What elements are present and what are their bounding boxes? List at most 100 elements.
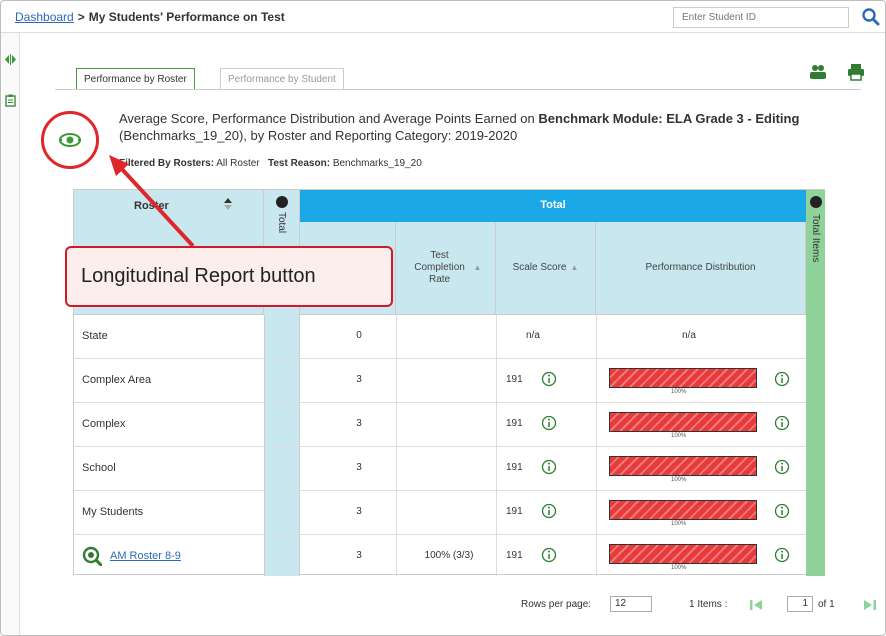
performance-bar-label: 100% bbox=[671, 477, 687, 483]
performance-bar[interactable] bbox=[609, 412, 757, 432]
performance-bar[interactable] bbox=[609, 368, 757, 388]
breadcrumb-separator: > bbox=[77, 10, 85, 24]
performance-bar-label: 100% bbox=[671, 433, 687, 439]
row-score: 191 bbox=[506, 374, 523, 385]
page-total-label: of 1 bbox=[818, 599, 835, 610]
column-divider bbox=[596, 315, 597, 576]
roster-header-label: Roster bbox=[134, 200, 169, 212]
row-score: 191 bbox=[506, 506, 523, 517]
info-icon[interactable] bbox=[541, 503, 557, 519]
info-icon[interactable] bbox=[541, 547, 557, 563]
tab-divider bbox=[55, 89, 861, 90]
info-icon[interactable] bbox=[541, 371, 557, 387]
sort-icon[interactable]: ▲ bbox=[474, 262, 482, 274]
heading-assessment: Benchmark Module: ELA Grade 3 - Editing bbox=[538, 111, 800, 126]
row-name: State bbox=[82, 330, 108, 342]
row-count: 3 bbox=[356, 462, 362, 473]
filter-label-rosters: Filtered By Rosters: bbox=[119, 158, 215, 169]
scale-score-column-header[interactable]: Scale Score ▲ bbox=[496, 222, 596, 315]
performance-bar-label: 100% bbox=[671, 389, 687, 395]
total-items-column[interactable]: Total Items bbox=[806, 190, 825, 576]
print-icon[interactable] bbox=[847, 63, 865, 81]
collapsed-total-label: Total bbox=[276, 212, 287, 234]
column-divider bbox=[264, 315, 265, 576]
filter-value-test-reason: Benchmarks_19_20 bbox=[332, 158, 422, 169]
collapse-total-icon[interactable] bbox=[276, 196, 288, 208]
longitudinal-report-button-highlight bbox=[41, 111, 99, 169]
roster-link[interactable]: AM Roster 8-9 bbox=[110, 550, 181, 562]
performance-bar-label: 100% bbox=[671, 565, 687, 571]
last-page-icon[interactable] bbox=[863, 598, 877, 612]
row-count: 3 bbox=[356, 374, 362, 385]
expand-panel-icon[interactable] bbox=[4, 53, 17, 66]
row-score: n/a bbox=[526, 330, 540, 341]
row-score: 191 bbox=[506, 550, 523, 561]
annotation-callout: Longitudinal Report button bbox=[65, 246, 393, 307]
sort-icon[interactable] bbox=[224, 198, 232, 210]
row-dist: n/a bbox=[682, 330, 696, 341]
rows-per-page-label: Rows per page: bbox=[521, 599, 592, 610]
row-score: 191 bbox=[506, 418, 523, 429]
info-icon[interactable] bbox=[774, 459, 790, 475]
total-group-header: Total bbox=[300, 190, 806, 222]
student-id-input[interactable] bbox=[673, 7, 849, 28]
row-score: 191 bbox=[506, 462, 523, 473]
row-name: Complex Area bbox=[82, 374, 152, 386]
row-name: My Students bbox=[82, 506, 144, 518]
longitudinal-report-icon[interactable] bbox=[58, 129, 82, 151]
info-icon[interactable] bbox=[774, 415, 790, 431]
column-divider bbox=[396, 315, 397, 576]
sort-icon[interactable]: ▲ bbox=[571, 262, 579, 274]
row-name: Complex bbox=[82, 418, 126, 430]
table-row: State 0 n/a n/a bbox=[74, 315, 806, 359]
table-row: Complex 3 191 100% bbox=[74, 403, 806, 447]
scale-score-header-label: Scale Score bbox=[512, 262, 567, 273]
expand-total-items-icon[interactable] bbox=[810, 196, 822, 208]
performance-bar-label: 100% bbox=[671, 521, 687, 527]
filter-summary: Filtered By Rosters: All Roster Test Rea… bbox=[119, 158, 422, 169]
rows-per-page-input[interactable]: 12 bbox=[610, 596, 652, 612]
clipboard-icon[interactable] bbox=[4, 94, 17, 107]
app-window: Dashboard > My Students' Performance on Te… bbox=[0, 0, 886, 636]
completion-rate-column-header[interactable]: Test Completion Rate ▲ bbox=[396, 222, 496, 315]
breadcrumb-dashboard-link[interactable]: Dashboard bbox=[15, 10, 74, 24]
table-row: Complex Area 3 191 100% bbox=[74, 359, 806, 403]
search-icon[interactable] bbox=[861, 7, 881, 27]
performance-bar[interactable] bbox=[609, 500, 757, 520]
tab-performance-by-student[interactable]: Performance by Student bbox=[220, 68, 344, 90]
breadcrumb: Dashboard > My Students' Performance on Te… bbox=[15, 10, 285, 24]
info-icon[interactable] bbox=[774, 503, 790, 519]
row-count: 3 bbox=[356, 506, 362, 517]
info-icon[interactable] bbox=[541, 459, 557, 475]
performance-distribution-column-header: Performance Distribution bbox=[596, 222, 806, 315]
filter-label-test-reason: Test Reason: bbox=[267, 158, 331, 169]
page-number-input[interactable]: 1 bbox=[787, 596, 813, 612]
page-title: My Students' Performance on Test bbox=[88, 10, 285, 24]
performance-bar[interactable] bbox=[609, 456, 757, 476]
heading-prefix: Average Score, Performance Distribution … bbox=[119, 111, 535, 126]
info-icon[interactable] bbox=[774, 371, 790, 387]
table-row: AM Roster 8-9 3 100% (3/3) 191 100% bbox=[74, 535, 806, 579]
zoom-roster-icon[interactable] bbox=[82, 546, 102, 566]
table-row: My Students 3 191 100% bbox=[74, 491, 806, 535]
column-divider bbox=[496, 315, 497, 576]
info-icon[interactable] bbox=[774, 547, 790, 563]
row-name: School bbox=[82, 462, 116, 474]
group-users-icon[interactable] bbox=[809, 63, 827, 81]
items-count-label: 1 Items : bbox=[689, 599, 728, 610]
total-items-label: Total Items bbox=[810, 214, 821, 263]
row-count: 3 bbox=[356, 550, 362, 561]
row-completion-rate: 100% (3/3) bbox=[424, 550, 474, 561]
table-row: School 3 191 100% bbox=[74, 447, 806, 491]
info-icon[interactable] bbox=[541, 415, 557, 431]
performance-bar[interactable] bbox=[609, 544, 757, 564]
completion-rate-header-label: Test Completion Rate bbox=[414, 250, 465, 285]
tab-performance-by-roster[interactable]: Performance by Roster bbox=[76, 68, 195, 90]
row-count: 3 bbox=[356, 418, 362, 429]
report-heading: Average Score, Performance Distribution … bbox=[119, 110, 879, 144]
header-bar: Dashboard > My Students' Performance on Te… bbox=[1, 1, 885, 33]
left-rail bbox=[1, 33, 20, 635]
first-page-icon[interactable] bbox=[749, 598, 763, 612]
filter-value-rosters: All Roster bbox=[216, 158, 260, 169]
row-count: 0 bbox=[356, 330, 362, 341]
